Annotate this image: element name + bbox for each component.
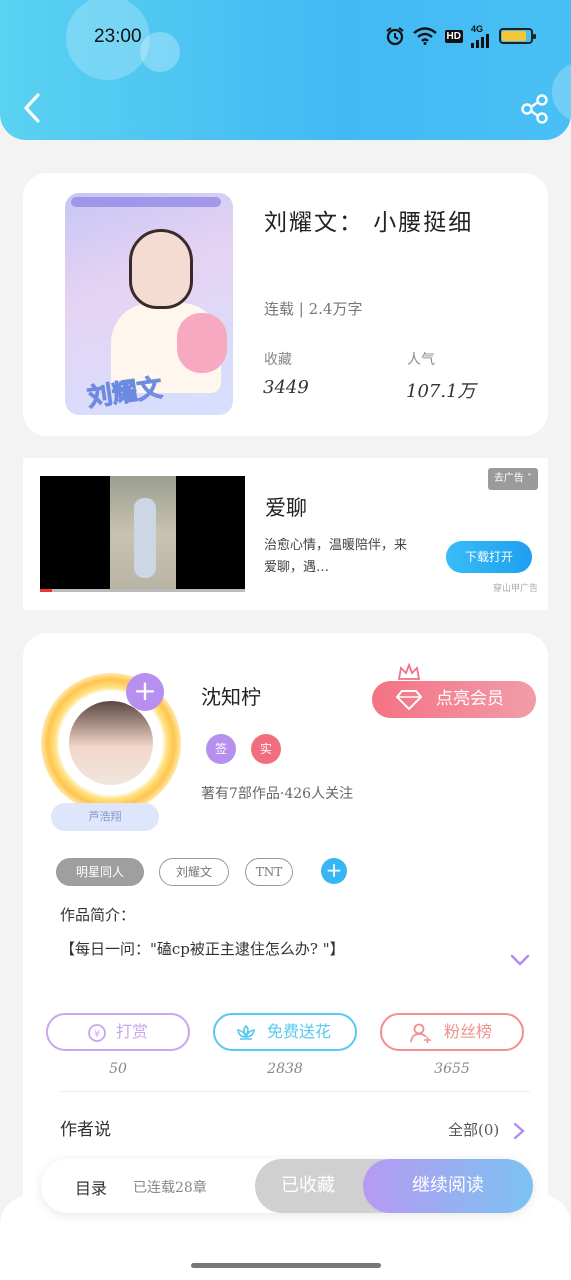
remove-ad-button[interactable]: 去广告 ˅ xyxy=(487,468,538,490)
book-info-card: 刘耀文 刘耀文： 小腰挺细 连载 | 2.4万字 收藏 3449 人气 107.… xyxy=(23,173,548,436)
ad-video-person xyxy=(134,498,156,578)
signal-icon: 4G xyxy=(471,23,491,48)
continue-reading-button[interactable]: 继续阅读 xyxy=(363,1159,533,1213)
vip-button-label: 点亮会员 xyxy=(436,689,504,709)
ad-app-name: 爱聊 xyxy=(265,496,307,520)
collect-label: 收藏 xyxy=(264,352,292,368)
cover-bear xyxy=(177,313,227,373)
ad-download-button[interactable]: 下载打开 xyxy=(446,541,532,573)
ad-video-progress xyxy=(40,589,245,592)
signed-badge: 签 xyxy=(206,734,236,764)
decor-bubble xyxy=(552,62,571,122)
fans-ranking-label: 粉丝榜 xyxy=(444,1022,493,1041)
all-comments-link[interactable]: 全部(0) xyxy=(448,1119,499,1140)
chevron-left-icon[interactable] xyxy=(20,92,44,124)
avatar xyxy=(69,701,153,785)
decor-bubble xyxy=(140,32,180,72)
network-type: 4G xyxy=(471,23,484,34)
ad-video[interactable] xyxy=(40,476,245,592)
tag-chip[interactable]: 刘耀文 xyxy=(159,858,229,886)
book-status: 连载 | 2.4万字 xyxy=(264,300,363,318)
flower-icon xyxy=(237,1024,255,1040)
tip-count: 50 xyxy=(109,1061,127,1077)
send-flower-label: 免费送花 xyxy=(267,1022,332,1041)
divider xyxy=(60,1091,530,1092)
status-time: 23:00 xyxy=(94,26,142,47)
cover-title: 刘耀文 xyxy=(85,372,164,413)
chevron-down-icon: ˅ xyxy=(527,473,532,484)
reader-action-bar: 目录 已连载28章 已收藏 继续阅读 xyxy=(41,1159,533,1213)
author-meta: 著有7部作品·426人关注 xyxy=(201,786,354,802)
intro-text: 【每日一问："磕cp被正主逮住怎么办? "】 xyxy=(60,940,345,958)
ad-source: 穿山甲广告 xyxy=(492,584,538,594)
cover-face xyxy=(129,229,193,309)
diamond-icon xyxy=(395,690,423,710)
tag-chip[interactable]: TNT xyxy=(245,858,293,886)
wifi-icon xyxy=(412,27,437,45)
tag-chip[interactable]: 明星同人 xyxy=(56,858,144,886)
chevron-down-icon[interactable] xyxy=(510,953,530,967)
send-flower-button[interactable]: 免费送花 xyxy=(213,1013,357,1051)
tip-label: 打赏 xyxy=(116,1022,149,1041)
remove-ad-label: 去广告 xyxy=(493,473,524,484)
chevron-right-icon[interactable] xyxy=(512,1122,526,1140)
popularity-count: 107.1万 xyxy=(406,381,476,402)
fans-ranking-button[interactable]: 粉丝榜 xyxy=(380,1013,524,1051)
tip-button[interactable]: ¥ 打赏 xyxy=(46,1013,190,1051)
home-indicator[interactable] xyxy=(191,1263,381,1268)
hd-icon: HD xyxy=(444,29,463,43)
book-detail-card: + 芦浩翔 沈知柠 点亮会员 签 实 著有7部作品·426人关注 明星同人 刘耀… xyxy=(23,633,548,1233)
popularity-label: 人气 xyxy=(407,352,435,368)
svg-text:¥: ¥ xyxy=(94,1029,100,1040)
alarm-icon xyxy=(385,27,404,46)
battery-icon xyxy=(499,28,536,44)
toc-button[interactable]: 目录 xyxy=(75,1175,107,1199)
share-icon[interactable] xyxy=(521,94,549,124)
intro-label: 作品简介： xyxy=(60,906,136,924)
ad-description: 治愈心情，温暖陪伴，来爱聊，遇… xyxy=(264,538,408,575)
follow-plus-icon[interactable]: + xyxy=(126,673,164,711)
flower-count: 2838 xyxy=(267,1061,303,1077)
author-name[interactable]: 沈知柠 xyxy=(201,681,261,710)
book-title: 刘耀文： 小腰挺细 xyxy=(264,210,474,236)
chapters-count: 已连载28章 xyxy=(133,1180,207,1196)
voice-badge: 芦浩翔 xyxy=(51,803,159,831)
fans-count: 3655 xyxy=(434,1061,470,1077)
top-header: 23:00 HD 4G xyxy=(0,0,571,140)
fans-icon xyxy=(410,1023,431,1043)
author-say-title: 作者说 xyxy=(60,1120,111,1140)
book-cover[interactable]: 刘耀文 xyxy=(65,193,233,415)
crown-icon xyxy=(397,663,421,680)
add-tag-button[interactable]: + xyxy=(321,858,347,884)
verified-badge: 实 xyxy=(251,734,281,764)
collect-count: 3449 xyxy=(263,377,309,398)
status-icons: HD 4G xyxy=(385,23,536,48)
ad-banner[interactable]: 爱聊 治愈心情，温暖陪伴，来爱聊，遇… 去广告 ˅ 下载打开 穿山甲广告 xyxy=(23,458,548,610)
coin-icon: ¥ xyxy=(88,1024,106,1042)
cover-decor xyxy=(71,197,221,207)
battery-level xyxy=(502,31,526,41)
